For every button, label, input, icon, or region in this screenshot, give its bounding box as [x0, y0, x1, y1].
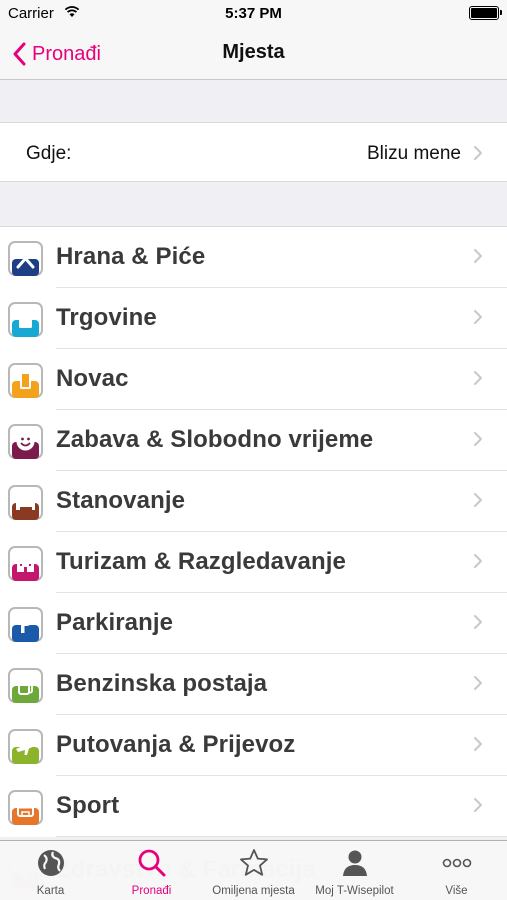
category-row-fuel-station[interactable]: Benzinska postaja — [0, 654, 507, 715]
globe-icon — [37, 850, 64, 876]
category-label: Putovanja & Prijevoz — [56, 731, 296, 758]
tab-bar: Karta Pronađi Omiljena mjesta Moj T-Wise… — [0, 840, 507, 900]
tab-more[interactable]: Više — [406, 841, 507, 900]
category-label: Hrana & Piće — [56, 243, 206, 270]
sport-icon — [8, 790, 43, 825]
tab-map[interactable]: Karta — [0, 841, 101, 900]
category-row-entertainment[interactable]: Zabava & Slobodno vrijeme — [0, 410, 507, 471]
fork-knife-icon — [8, 241, 43, 276]
chevron-left-icon — [13, 42, 26, 66]
category-row-sport[interactable]: Sport — [0, 776, 507, 837]
airplane-icon — [8, 729, 43, 764]
clock: 5:37 PM — [225, 5, 282, 22]
tab-my-wisepilot[interactable]: Moj T-Wisepilot — [304, 841, 405, 900]
parking-icon — [8, 607, 43, 642]
tab-label: Omiljena mjesta — [212, 885, 295, 897]
category-row-accommodation[interactable]: Stanovanje — [0, 471, 507, 532]
chevron-right-icon — [474, 432, 482, 446]
tab-find[interactable]: Pronađi — [101, 841, 202, 900]
money-icon — [8, 363, 43, 398]
chevron-right-icon — [474, 310, 482, 324]
chevron-right-icon — [474, 249, 482, 263]
category-row-travel-transport[interactable]: Putovanja & Prijevoz — [0, 715, 507, 776]
where-row[interactable]: Gdje: Blizu mene — [0, 122, 507, 182]
castle-icon — [8, 546, 43, 581]
tab-label: Pronađi — [131, 885, 172, 897]
tab-label: Karta — [36, 885, 65, 897]
category-list: Hrana & Piće Trgovine Novac Zabava & Slo… — [0, 226, 507, 837]
tab-label: Više — [445, 885, 468, 897]
chevron-right-icon — [474, 493, 482, 507]
navigation-bar: Pronađi Mjesta — [0, 28, 507, 80]
bed-icon — [8, 485, 43, 520]
category-label: Benzinska postaja — [56, 670, 268, 697]
chevron-right-icon — [474, 737, 482, 751]
chevron-right-icon — [474, 798, 482, 812]
category-label: Parkiranje — [56, 609, 174, 636]
chevron-right-icon — [474, 146, 482, 160]
category-row-money[interactable]: Novac — [0, 349, 507, 410]
chevron-right-icon — [474, 371, 482, 385]
battery-icon — [469, 6, 502, 20]
fuel-pump-icon — [8, 668, 43, 703]
tab-favorites[interactable]: Omiljena mjesta — [203, 841, 304, 900]
category-row-food-drink[interactable]: Hrana & Piće — [0, 227, 507, 288]
chevron-right-icon — [474, 615, 482, 629]
category-label: Turizam & Razgledavanje — [56, 548, 346, 575]
where-label: Gdje: — [26, 143, 72, 164]
status-bar: Carrier 5:37 PM — [0, 0, 507, 28]
more-icon — [442, 858, 471, 868]
person-icon — [342, 850, 367, 876]
category-row-tourism[interactable]: Turizam & Razgledavanje — [0, 532, 507, 593]
smiley-icon — [8, 424, 43, 459]
star-icon — [239, 849, 268, 876]
category-row-shops[interactable]: Trgovine — [0, 288, 507, 349]
category-label: Novac — [56, 365, 129, 392]
category-label: Zabava & Slobodno vrijeme — [56, 426, 374, 453]
search-icon — [138, 849, 165, 877]
back-button-label: Pronađi — [32, 42, 101, 65]
category-label: Stanovanje — [56, 487, 186, 514]
category-row-parking[interactable]: Parkiranje — [0, 593, 507, 654]
chevron-right-icon — [474, 676, 482, 690]
where-value: Blizu mene — [367, 143, 461, 164]
category-label: Trgovine — [56, 304, 157, 331]
tab-label: Moj T-Wisepilot — [315, 885, 394, 897]
shopping-bag-icon — [8, 302, 43, 337]
back-button[interactable]: Pronađi — [12, 39, 101, 69]
chevron-right-icon — [474, 554, 482, 568]
category-label: Sport — [56, 792, 120, 819]
